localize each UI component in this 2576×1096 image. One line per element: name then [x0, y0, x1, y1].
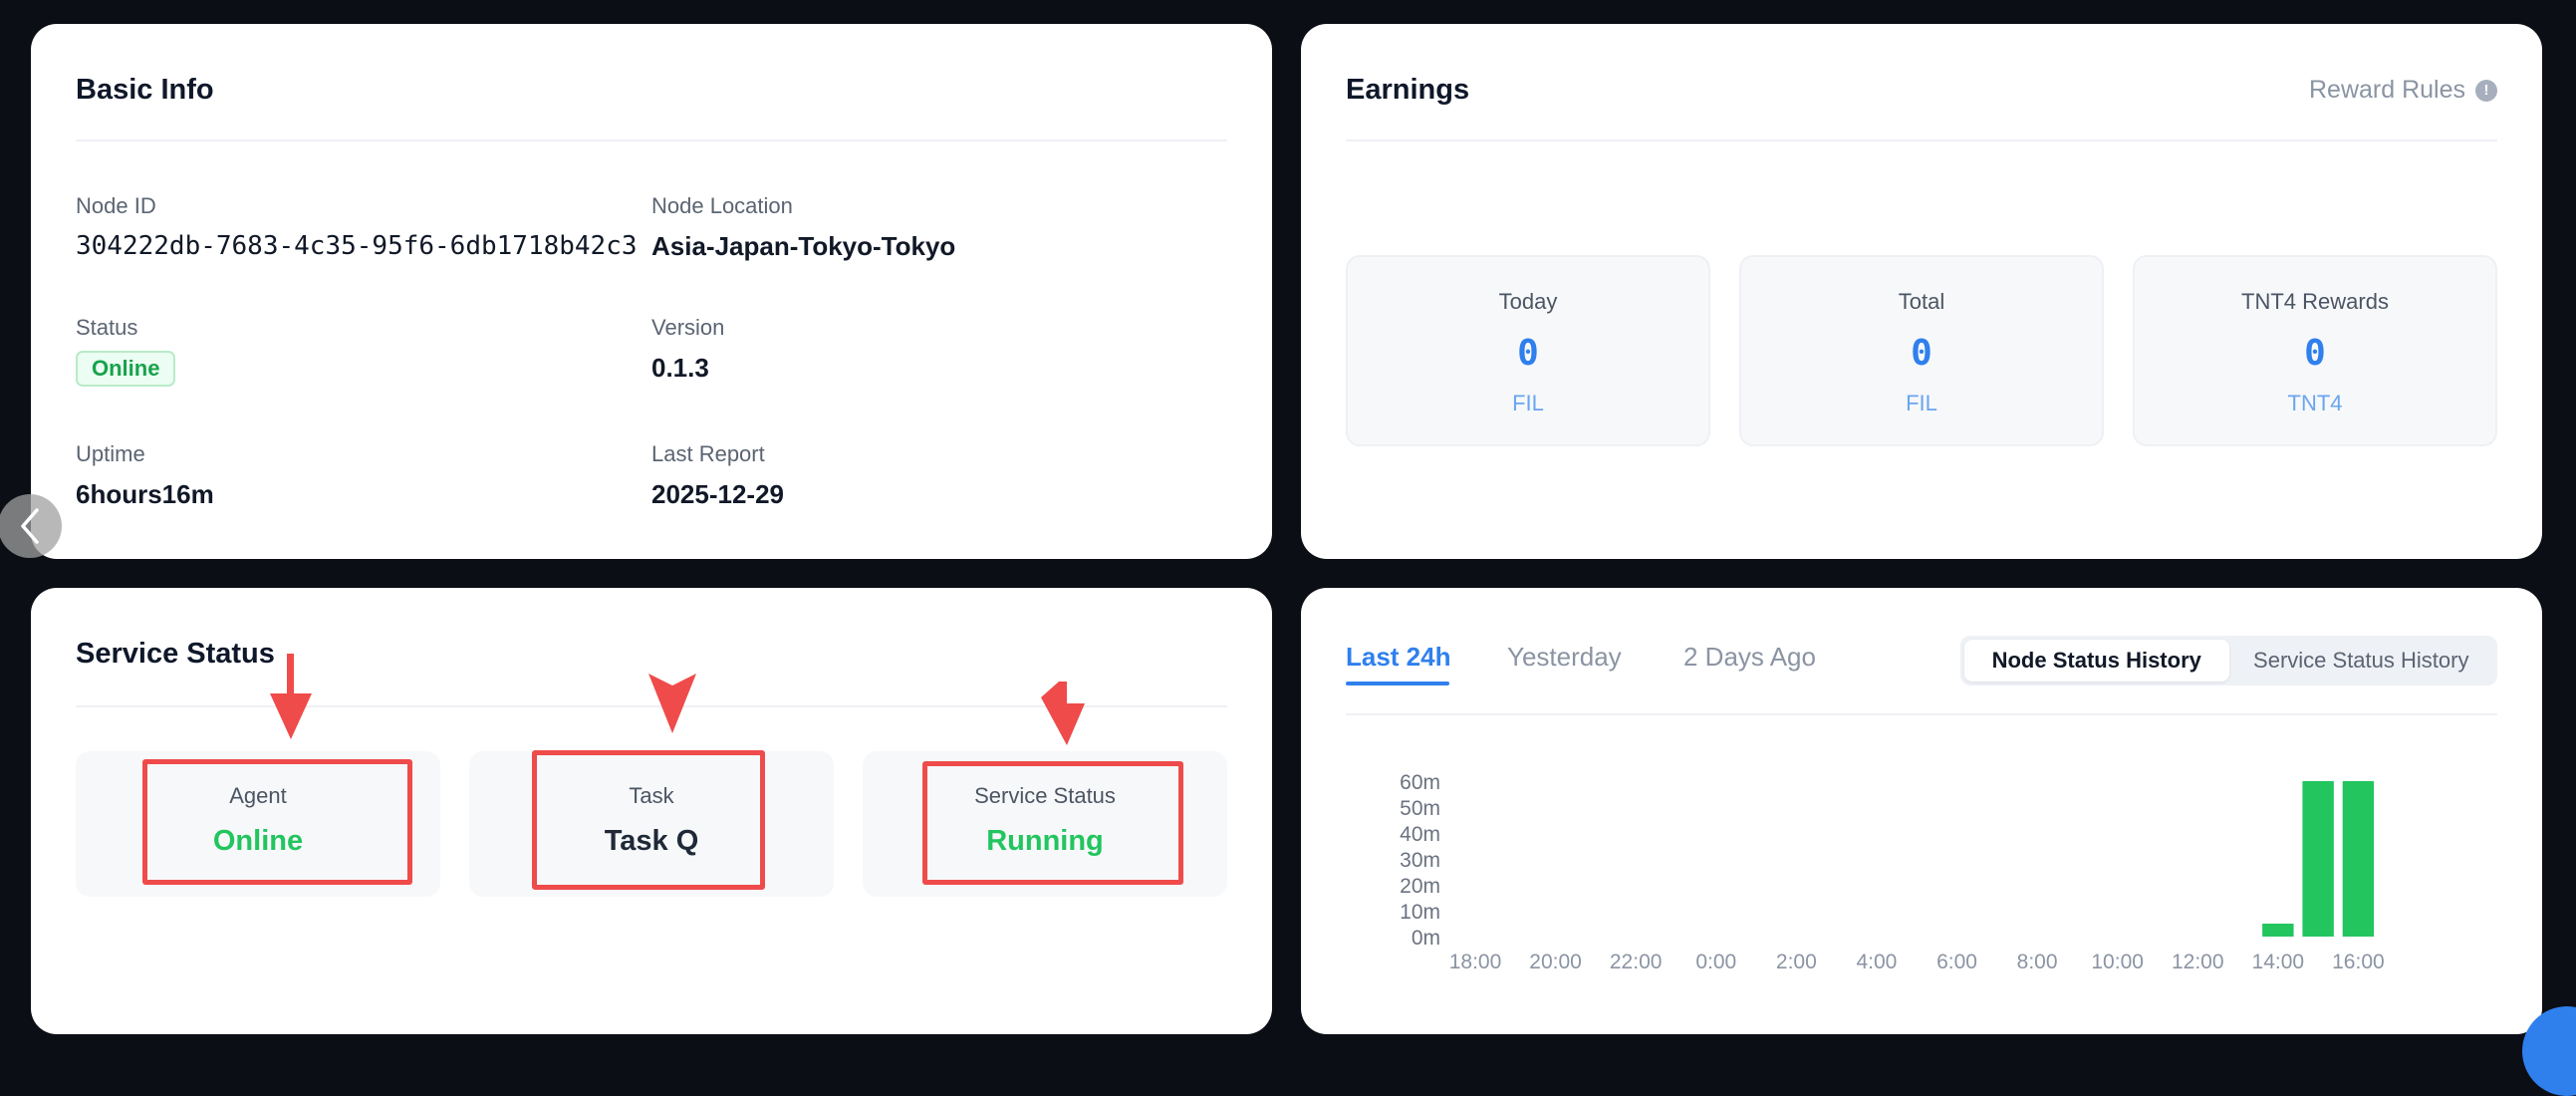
y-tick-label: 0m [1412, 927, 1440, 950]
annotation-box-agent [142, 759, 412, 885]
chart-bar[interactable] [2262, 924, 2294, 937]
annotation-box-service [922, 761, 1183, 885]
x-tick-label: 16:00 [2332, 951, 2385, 973]
annotation-arrow-service [1041, 682, 1085, 745]
y-tick-label: 10m [1400, 901, 1440, 924]
divider [1346, 139, 2497, 141]
earnings-total-value: 0 [1911, 333, 1932, 374]
x-tick-label: 14:00 [2252, 951, 2305, 973]
reward-rules-link[interactable]: Reward Rules ! [2309, 76, 2497, 105]
annotation-box-task [532, 750, 765, 890]
y-tick-label: 30m [1400, 849, 1440, 872]
x-tick-label: 0:00 [1695, 951, 1736, 973]
status-badge: Online [76, 351, 176, 387]
node-id-value: 304222db-7683-4c35-95f6-6db1718b42c3 [76, 231, 638, 261]
chart-bar[interactable] [2342, 781, 2375, 937]
x-tick-label: 4:00 [1856, 951, 1897, 973]
y-tick-label: 20m [1400, 875, 1440, 898]
carousel-prev-button[interactable] [0, 494, 62, 558]
x-tick-label: 2:00 [1776, 951, 1817, 973]
version-label: Version [651, 315, 725, 340]
earnings-tnt4-value: 0 [2304, 333, 2326, 374]
last-report-value: 2025-12-29 [651, 479, 784, 509]
earnings-total-unit: FIL [1906, 391, 1937, 415]
annotation-arrow-agent [270, 654, 312, 739]
status-history-card: Last 24h Yesterday 2 Days Ago Node Statu… [1301, 588, 2542, 1034]
y-tick-label: 60m [1400, 771, 1440, 794]
annotation-arrow-task [648, 674, 696, 733]
earnings-title: Earnings [1346, 74, 1470, 106]
info-icon: ! [2475, 79, 2497, 102]
earnings-tnt4-box: TNT4 Rewards 0 TNT4 [2133, 255, 2497, 446]
x-tick-label: 10:00 [2091, 951, 2144, 973]
node-location-value: Asia-Japan-Tokyo-Tokyo [651, 231, 956, 261]
uptime-label: Uptime [76, 441, 145, 466]
x-tick-label: 22:00 [1610, 951, 1663, 973]
earnings-tnt4-label: TNT4 Rewards [2241, 289, 2389, 314]
service-status-card: Service Status Agent Online Task Task Q … [31, 588, 1272, 1034]
x-tick-label: 8:00 [2017, 951, 2058, 973]
uptime-value: 6hours16m [76, 479, 214, 509]
node-id-label: Node ID [76, 193, 156, 218]
earnings-today-label: Today [1498, 289, 1558, 314]
status-label: Status [76, 315, 138, 340]
basic-info-card: Basic Info Node ID 304222db-7683-4c35-95… [31, 24, 1272, 559]
divider [76, 139, 1227, 141]
y-tick-label: 40m [1400, 823, 1440, 846]
version-value: 0.1.3 [651, 353, 709, 383]
earnings-today-value: 0 [1517, 333, 1539, 374]
service-status-title: Service Status [76, 638, 275, 670]
reward-rules-label: Reward Rules [2308, 76, 2465, 104]
chevron-left-icon [21, 508, 39, 544]
earnings-total-box: Total 0 FIL [1739, 255, 2104, 446]
x-tick-label: 12:00 [2172, 951, 2224, 973]
earnings-total-label: Total [1898, 289, 1945, 314]
uptime-bar-chart: 0m 10m 20m 30m 40m 50m 60m 18:00 20:00 22:00 0:00… [1400, 771, 2385, 973]
earnings-today-box: Today 0 FIL [1346, 255, 1710, 446]
earnings-tnt4-unit: TNT4 [2287, 391, 2343, 415]
chart-bar[interactable] [2302, 781, 2334, 937]
earnings-card: Earnings Reward Rules ! Today 0 FIL Tota… [1301, 24, 2542, 559]
x-tick-label: 6:00 [1936, 951, 1977, 973]
x-tick-label: 20:00 [1529, 951, 1582, 973]
y-tick-label: 50m [1400, 797, 1440, 820]
x-tick-label: 18:00 [1449, 951, 1502, 973]
basic-info-title: Basic Info [76, 74, 214, 106]
node-location-label: Node Location [651, 193, 793, 218]
earnings-today-unit: FIL [1512, 391, 1544, 415]
last-report-label: Last Report [651, 441, 765, 466]
